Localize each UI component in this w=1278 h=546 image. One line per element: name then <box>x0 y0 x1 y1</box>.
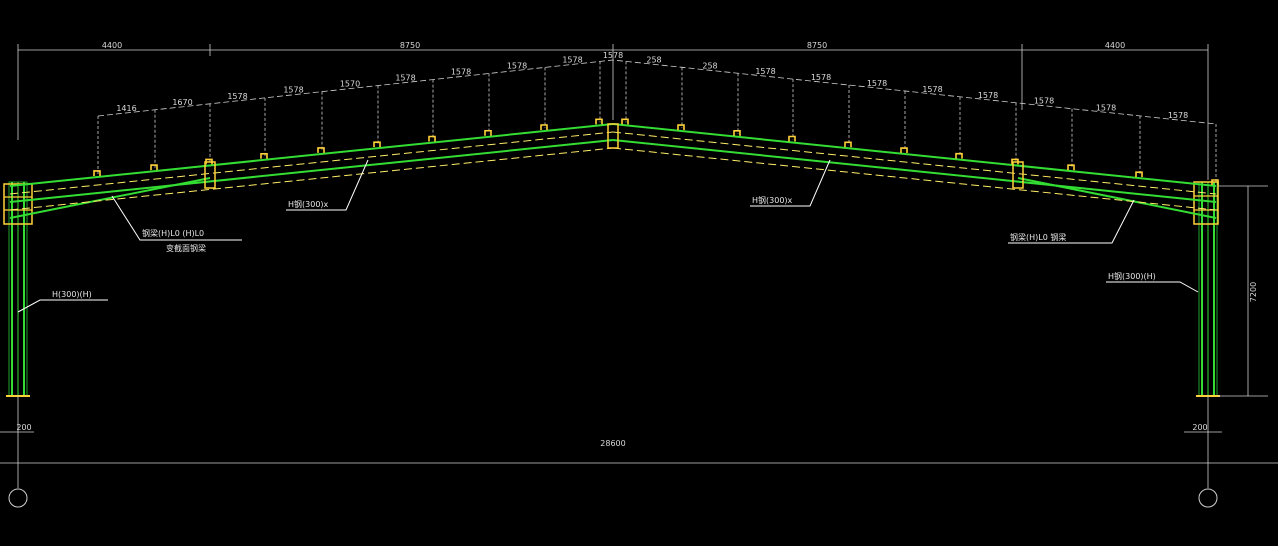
left-rafter-callout-2: 变截面钢梁 <box>166 243 206 253</box>
right-height-label: 7200 <box>1249 282 1258 302</box>
bottom-dimension: 28600 200 200 <box>0 396 1278 508</box>
purlin <box>93 170 101 176</box>
purlin-spacing-label: 258 <box>702 61 717 70</box>
right-rafter <box>612 123 1217 219</box>
left-column-callout: H(300)(H) <box>52 290 92 299</box>
purlin <box>595 118 603 125</box>
purlin <box>373 141 381 148</box>
purlin-spacing-label: 1670 <box>172 98 192 107</box>
rafter-splices <box>204 123 1024 189</box>
portal-frame-drawing: 4400 8750 8750 4400 1416 1670 1578 1578 1570… <box>0 41 1278 508</box>
purlin-spacing-label: 1578 <box>1168 111 1188 120</box>
purlin <box>428 135 436 142</box>
purlin <box>788 135 796 142</box>
right-rafter-callout: 钢梁(H)L0 钢梁 <box>1010 232 1066 242</box>
purlin-spacing-label: 1578 <box>1096 103 1116 112</box>
purlin <box>844 141 852 148</box>
purlin-spacing-label: 1578 <box>1034 97 1054 106</box>
right-column-callout: H钢(300)(H) <box>1108 271 1156 281</box>
mid-left-rafter-callout: H钢(300)x <box>288 199 329 209</box>
purlin <box>260 152 268 159</box>
purlin <box>733 130 741 136</box>
purlin <box>955 152 963 159</box>
top-dimension-chain: 4400 8750 8750 4400 <box>17 41 1209 180</box>
top-dim-1: 4400 <box>102 41 122 50</box>
top-dim-3: 8750 <box>807 41 827 50</box>
left-base-dim: 200 <box>16 423 31 432</box>
purlin <box>621 118 629 125</box>
left-rafter-callout-1: 钢梁(H)L0 (H)L0 <box>142 228 204 238</box>
purlin-spacing-label: 1416 <box>116 104 136 113</box>
purlin <box>540 124 548 130</box>
mid-right-rafter-callout: H钢(300)x <box>752 195 793 205</box>
purlin-spacing-label: 1578 <box>603 51 623 60</box>
purlin <box>1067 164 1075 171</box>
right-height-dimension: 7200 <box>1218 185 1268 397</box>
purlin <box>900 147 908 154</box>
axis-bubble-right <box>1198 488 1218 508</box>
top-dim-4: 4400 <box>1105 41 1125 50</box>
purlin <box>677 124 685 131</box>
purlin-spacing-label: 1578 <box>227 92 247 101</box>
right-base-dim: 200 <box>1192 423 1207 432</box>
purlin-spacing-chain: 1416 1670 1578 1578 1570 1578 1578 1578 1578 1578… <box>97 51 1217 183</box>
purlin-spacing-label: 1578 <box>867 79 887 88</box>
purlin-spacing-label: 1578 <box>283 86 303 95</box>
purlin-spacing-label: 1578 <box>395 74 415 83</box>
purlin-spacing-label: 258 <box>646 55 661 64</box>
bottom-span-label: 28600 <box>600 439 625 448</box>
purlin-spacing-label: 1578 <box>978 91 998 100</box>
top-dim-2: 8750 <box>400 41 420 50</box>
purlin <box>317 147 325 153</box>
purlin-spacing-label: 1578 <box>507 61 527 70</box>
purlin-spacing-label: 1578 <box>562 55 582 64</box>
purlin-spacing-label: 1578 <box>755 67 775 76</box>
purlin-spacing-label: 1578 <box>922 85 942 94</box>
purlin-spacing-label: 1578 <box>451 68 471 77</box>
purlin-spacing-label: 1570 <box>340 80 360 89</box>
axis-bubble-left <box>8 488 28 508</box>
purlin <box>150 164 158 171</box>
purlin-spacing-label: 1578 <box>811 73 831 82</box>
purlin <box>484 129 492 136</box>
purlin <box>1135 171 1143 178</box>
